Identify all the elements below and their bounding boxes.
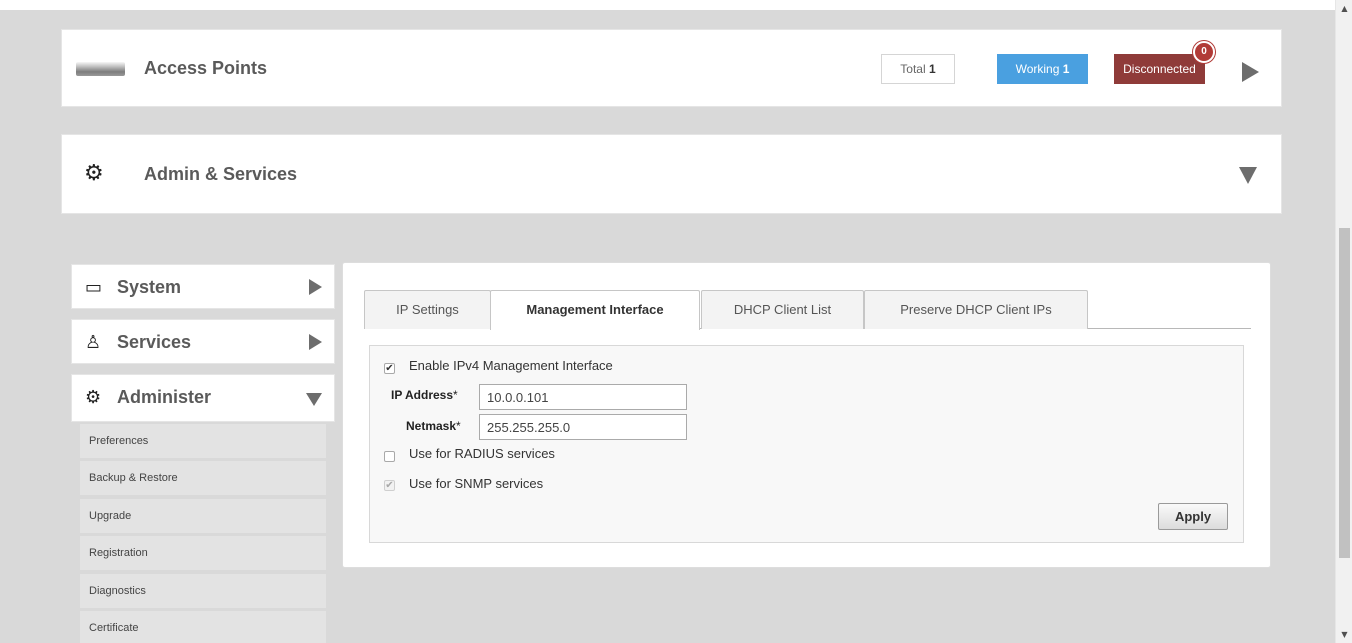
ip-address-label-text: IP Address bbox=[391, 388, 454, 402]
total-label: Total bbox=[900, 62, 926, 76]
scroll-up-icon[interactable]: ▲ bbox=[1336, 0, 1352, 17]
working-value: 1 bbox=[1062, 62, 1070, 76]
sidebar-item-services[interactable]: ♙ Services bbox=[71, 319, 335, 364]
sidebar-subitem-preferences[interactable]: Preferences bbox=[80, 424, 326, 458]
enable-ipv4-label: Enable IPv4 Management Interface bbox=[409, 358, 613, 373]
sidebar-subitem-registration[interactable]: Registration bbox=[80, 536, 326, 570]
ip-address-field[interactable]: 10.0.0.101 bbox=[479, 384, 687, 410]
vertical-scrollbar[interactable]: ▲ ▼ bbox=[1335, 0, 1352, 643]
laptop-icon: ▭ bbox=[85, 277, 103, 298]
enable-ipv4-checkbox[interactable]: ✔ bbox=[384, 363, 395, 374]
access-points-panel: Access Points Total 1 Working 1 Disconne… bbox=[61, 29, 1282, 107]
sidebar-item-label: Services bbox=[117, 332, 192, 352]
access-points-title: Access Points bbox=[144, 58, 268, 78]
tab-ip-settings[interactable]: IP Settings bbox=[364, 290, 491, 329]
management-interface-content: IP Settings Management Interface DHCP Cl… bbox=[342, 262, 1271, 568]
total-badge[interactable]: Total 1 bbox=[881, 54, 955, 84]
tab-dhcp-client-list[interactable]: DHCP Client List bbox=[701, 290, 864, 329]
top-strip bbox=[0, 0, 1335, 10]
disconnected-count-badge: 0 bbox=[1193, 41, 1215, 63]
snmp-checkbox[interactable]: ✔ bbox=[384, 480, 395, 491]
working-badge[interactable]: Working 1 bbox=[997, 54, 1088, 84]
required-mark: * bbox=[456, 419, 461, 433]
apply-button[interactable]: Apply bbox=[1158, 503, 1228, 530]
chevron-down-icon bbox=[306, 393, 322, 406]
tab-management-interface[interactable]: Management Interface bbox=[490, 290, 700, 330]
admin-services-panel: ⚙ Admin & Services bbox=[61, 134, 1282, 214]
chevron-right-icon bbox=[309, 279, 322, 295]
scrollbar-thumb[interactable] bbox=[1339, 228, 1350, 558]
gear-icon: ⚙ bbox=[84, 161, 104, 186]
collapse-arrow-icon[interactable] bbox=[1239, 167, 1257, 184]
sidebar-subitem-upgrade[interactable]: Upgrade bbox=[80, 499, 326, 533]
radius-label: Use for RADIUS services bbox=[409, 446, 555, 461]
required-mark: * bbox=[453, 388, 458, 402]
sidebar-item-label: System bbox=[117, 277, 182, 297]
admin-services-title: Admin & Services bbox=[144, 164, 298, 184]
services-icon: ♙ bbox=[85, 332, 102, 353]
access-point-device-icon bbox=[76, 62, 125, 76]
tab-preserve-dhcp-client-ips[interactable]: Preserve DHCP Client IPs bbox=[864, 290, 1088, 329]
ip-address-label: IP Address* bbox=[391, 388, 458, 402]
netmask-label: Netmask* bbox=[406, 419, 461, 433]
radius-checkbox[interactable] bbox=[384, 451, 395, 462]
gear-icon: ⚙ bbox=[85, 387, 102, 408]
sidebar-item-administer[interactable]: ⚙ Administer bbox=[71, 374, 335, 422]
sidebar-item-label: Administer bbox=[117, 387, 212, 407]
netmask-label-text: Netmask bbox=[406, 419, 457, 433]
management-form: ✔ Enable IPv4 Management Interface IP Ad… bbox=[369, 345, 1244, 543]
sidebar-subitem-backup-restore[interactable]: Backup & Restore bbox=[80, 461, 326, 495]
chevron-right-icon bbox=[309, 334, 322, 350]
expand-arrow-icon[interactable] bbox=[1242, 62, 1259, 82]
snmp-label: Use for SNMP services bbox=[409, 476, 544, 491]
sidebar-subitem-diagnostics[interactable]: Diagnostics bbox=[80, 574, 326, 608]
netmask-field[interactable]: 255.255.255.0 bbox=[479, 414, 687, 440]
disconnected-label: Disconnected bbox=[1123, 62, 1196, 76]
total-value: 1 bbox=[929, 62, 936, 76]
sidebar-item-system[interactable]: ▭ System bbox=[71, 264, 335, 309]
sidebar-subitem-certificate[interactable]: Certificate bbox=[80, 611, 326, 643]
scroll-down-icon[interactable]: ▼ bbox=[1336, 626, 1352, 643]
disconnected-badge[interactable]: Disconnected bbox=[1114, 54, 1205, 84]
working-label: Working bbox=[1015, 62, 1060, 76]
